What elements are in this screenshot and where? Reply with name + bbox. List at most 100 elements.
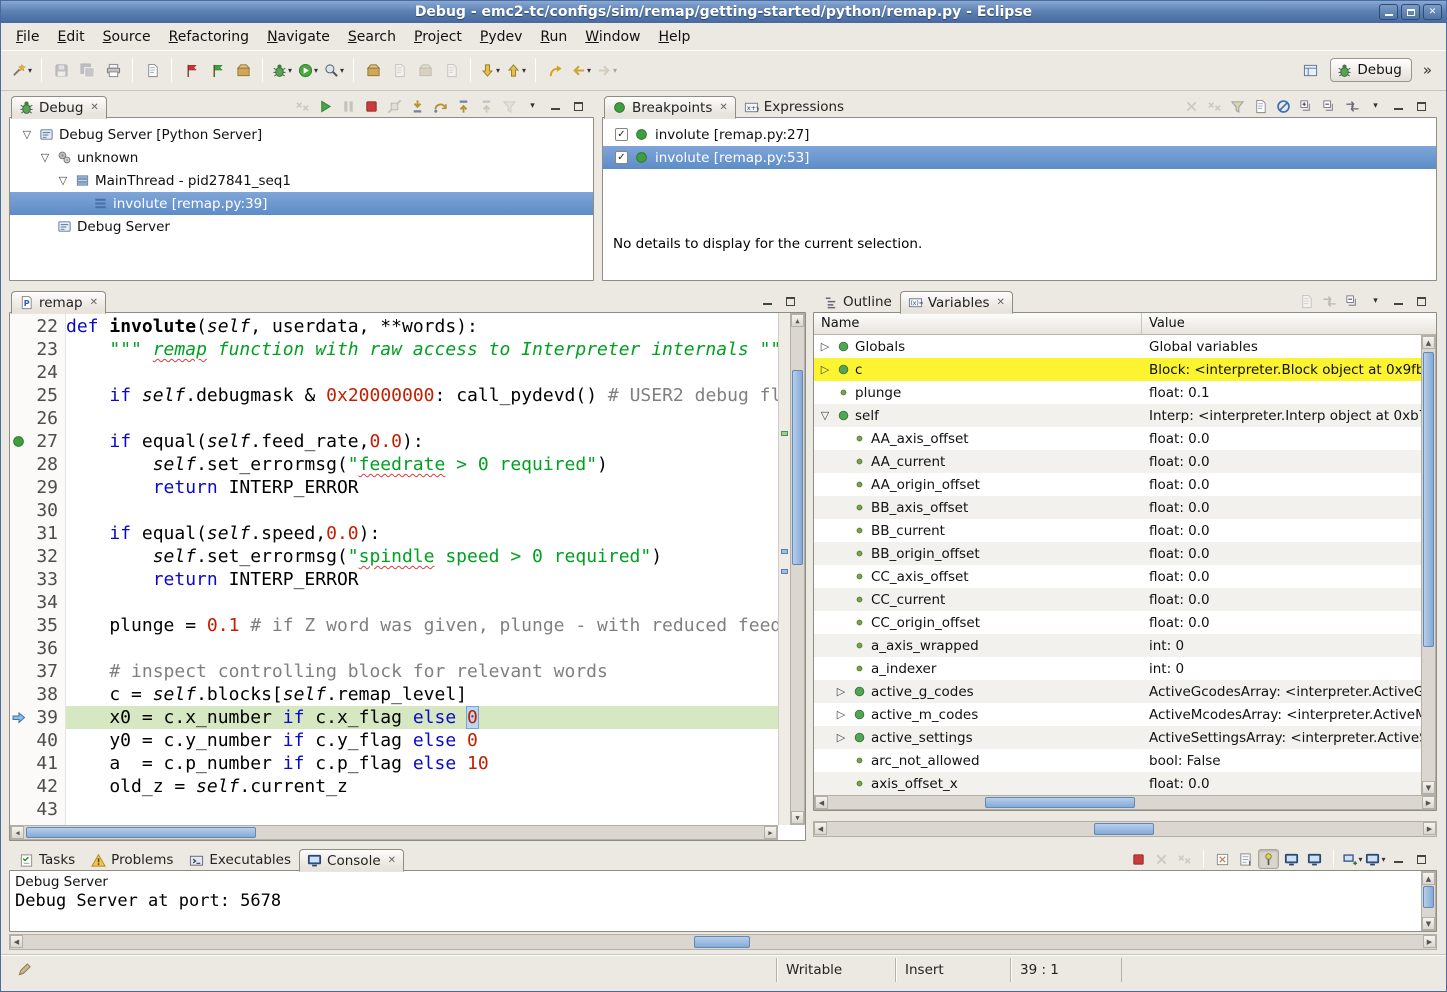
code-area[interactable]: def involute(self, userdata, **words): "… bbox=[66, 313, 778, 825]
variables-horizontal-scrollbar[interactable]: ◀ ▶ bbox=[814, 795, 1436, 810]
breakpoint-checkbox[interactable]: ✓ bbox=[615, 128, 628, 141]
step-over-button[interactable] bbox=[430, 96, 451, 116]
variable-row[interactable]: a_indexerint: 0 bbox=[814, 657, 1436, 680]
overview-mark[interactable] bbox=[781, 549, 788, 554]
code-line[interactable]: self.set_errormsg("spindle speed > 0 req… bbox=[66, 545, 778, 568]
dropdown-arrow-icon[interactable]: ▾ bbox=[613, 66, 617, 75]
column-name[interactable]: Name bbox=[814, 313, 1142, 334]
dropdown-arrow-icon[interactable]: ▾ bbox=[288, 66, 292, 75]
tab-breakpoints[interactable]: Breakpoints ✕ bbox=[604, 96, 736, 119]
maximize-view-button[interactable] bbox=[1411, 96, 1432, 116]
view-menu-button[interactable]: ▾ bbox=[1365, 96, 1386, 116]
variable-row[interactable]: plungefloat: 0.1 bbox=[814, 381, 1436, 404]
variable-row[interactable]: AA_axis_offsetfloat: 0.0 bbox=[814, 427, 1436, 450]
variable-row[interactable]: CC_currentfloat: 0.0 bbox=[814, 588, 1436, 611]
scroll-right-icon[interactable]: ▶ bbox=[1422, 796, 1435, 809]
code-line[interactable]: def involute(self, userdata, **words): bbox=[66, 315, 778, 338]
tab-outline[interactable]: Outline bbox=[815, 290, 900, 313]
menu-navigate[interactable]: Navigate bbox=[258, 26, 339, 48]
show-on-stdout-button[interactable] bbox=[1281, 849, 1302, 869]
debug-button[interactable]: ▾ bbox=[269, 57, 295, 83]
dropdown-arrow-icon[interactable]: ▾ bbox=[522, 66, 526, 75]
view-menu-button[interactable]: ▾ bbox=[522, 96, 543, 116]
coverage-button[interactable] bbox=[230, 57, 256, 83]
variable-row[interactable]: AA_currentfloat: 0.0 bbox=[814, 450, 1436, 473]
scroll-right-icon[interactable]: ▶ bbox=[1423, 822, 1436, 835]
editor-breakpoint-icon[interactable] bbox=[11, 434, 26, 449]
variable-row[interactable]: ▷cBlock: <interpreter.Block object at 0x… bbox=[814, 358, 1436, 381]
resume-button[interactable] bbox=[315, 96, 336, 116]
collapse-all-button[interactable] bbox=[1342, 291, 1363, 311]
show-logical-structure-button[interactable] bbox=[1319, 291, 1340, 311]
title-bar[interactable]: Debug - emc2-tc/configs/sim/remap/gettin… bbox=[1, 1, 1446, 23]
disconnect-button[interactable] bbox=[384, 96, 405, 116]
menu-search[interactable]: Search bbox=[339, 26, 405, 48]
scroll-left-icon[interactable]: ◀ bbox=[11, 826, 24, 839]
debug-tree-item[interactable]: ▽unknown bbox=[10, 146, 593, 169]
code-line[interactable]: return INTERP_ERROR bbox=[66, 476, 778, 499]
toolbar-overflow-chevron[interactable]: » bbox=[1419, 61, 1436, 79]
open-perspective-button[interactable] bbox=[1297, 57, 1323, 83]
minimize-view-button[interactable] bbox=[1388, 849, 1409, 869]
scroll-right-icon[interactable]: ▶ bbox=[764, 826, 777, 839]
forward-button[interactable]: ▾ bbox=[594, 57, 620, 83]
minimize-button[interactable] bbox=[1379, 4, 1398, 20]
variables-table-header[interactable]: Name Value bbox=[814, 313, 1436, 335]
maximize-view-button[interactable] bbox=[780, 291, 801, 311]
console-vertical-scrollbar[interactable]: ▲ ▼ bbox=[1421, 871, 1436, 931]
dropdown-arrow-icon[interactable]: ▾ bbox=[496, 66, 500, 75]
debug-tree-item[interactable]: Debug Server bbox=[10, 215, 593, 238]
code-line[interactable]: c = self.blocks[self.remap_level] bbox=[66, 683, 778, 706]
breakpoint-checkbox[interactable]: ✓ bbox=[615, 151, 628, 164]
close-button[interactable]: ✕ bbox=[1423, 4, 1442, 20]
variable-row[interactable]: CC_axis_offsetfloat: 0.0 bbox=[814, 565, 1436, 588]
code-line[interactable] bbox=[66, 361, 778, 384]
link-with-debug-view-button[interactable] bbox=[1342, 96, 1363, 116]
scroll-right-icon[interactable]: ▶ bbox=[1423, 935, 1436, 948]
expander-icon[interactable]: ▽ bbox=[38, 151, 52, 164]
scroll-left-icon[interactable]: ◀ bbox=[814, 822, 827, 835]
minimize-view-button[interactable] bbox=[1388, 291, 1409, 311]
right-column-horizontal-scrollbar[interactable]: ◀ ▶ bbox=[813, 821, 1437, 837]
suspend-button[interactable] bbox=[338, 96, 359, 116]
editor-vertical-scrollbar[interactable]: ▲ ▼ bbox=[790, 313, 805, 825]
breakpoint-row[interactable]: ✓involute [remap.py:53] bbox=[603, 146, 1436, 169]
breakpoint-ruler[interactable] bbox=[10, 313, 26, 825]
step-into-button[interactable] bbox=[407, 96, 428, 116]
maximize-view-button[interactable] bbox=[1411, 291, 1432, 311]
code-line[interactable]: if self.debugmask & 0x20000000: call_pyd… bbox=[66, 384, 778, 407]
run-last-launched-button[interactable] bbox=[178, 57, 204, 83]
variable-row[interactable]: CC_origin_offsetfloat: 0.0 bbox=[814, 611, 1436, 634]
variable-row[interactable]: arc_not_allowedbool: False bbox=[814, 749, 1436, 772]
show-type-names-button[interactable] bbox=[1296, 291, 1317, 311]
last-edit-location-button[interactable] bbox=[542, 57, 568, 83]
variable-row[interactable]: BB_origin_offsetfloat: 0.0 bbox=[814, 542, 1436, 565]
back-button[interactable]: ▾ bbox=[568, 57, 594, 83]
close-icon[interactable]: ✕ bbox=[90, 297, 98, 308]
maximize-view-button[interactable] bbox=[568, 96, 589, 116]
new-module-button[interactable] bbox=[360, 57, 386, 83]
minimize-view-button[interactable] bbox=[757, 291, 778, 311]
tab-executables[interactable]: Executables bbox=[181, 848, 299, 871]
code-line[interactable]: a = c.p_number if c.p_flag else 10 bbox=[66, 752, 778, 775]
code-line[interactable]: y0 = c.y_number if c.y_flag else 0 bbox=[66, 729, 778, 752]
expander-icon[interactable]: ▽ bbox=[818, 409, 832, 422]
variable-row[interactable]: ▷GlobalsGlobal variables bbox=[814, 335, 1436, 358]
column-value[interactable]: Value bbox=[1142, 313, 1436, 334]
scroll-up-icon[interactable]: ▲ bbox=[1422, 872, 1435, 885]
scrollbar-thumb[interactable] bbox=[1094, 823, 1154, 835]
expander-icon[interactable]: ▽ bbox=[56, 174, 70, 187]
close-icon[interactable]: ✕ bbox=[388, 855, 396, 866]
view-menu-button[interactable]: ▾ bbox=[1365, 291, 1386, 311]
variable-row[interactable]: ▷active_g_codesActiveGcodesArray: <inter… bbox=[814, 680, 1436, 703]
run-button[interactable]: ▾ bbox=[295, 57, 321, 83]
go-to-file-button[interactable] bbox=[1250, 96, 1271, 116]
dropdown-arrow-icon[interactable]: ▾ bbox=[28, 66, 32, 75]
code-line[interactable]: plunge = 0.1 # if Z word was given, plun… bbox=[66, 614, 778, 637]
scroll-down-icon[interactable]: ▼ bbox=[1422, 781, 1435, 794]
variable-row[interactable]: AA_origin_offsetfloat: 0.0 bbox=[814, 473, 1436, 496]
scrollbar-thumb[interactable] bbox=[1423, 352, 1434, 647]
code-line[interactable] bbox=[66, 637, 778, 660]
open-type-button[interactable] bbox=[438, 57, 464, 83]
overview-mark[interactable] bbox=[781, 431, 788, 436]
